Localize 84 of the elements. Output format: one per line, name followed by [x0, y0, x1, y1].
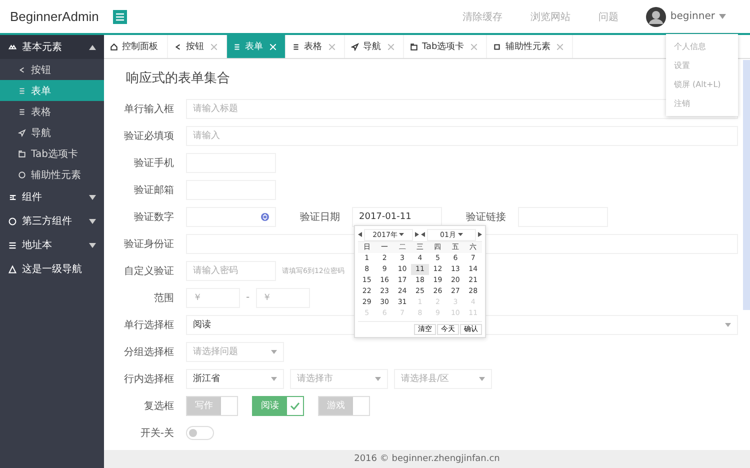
tab[interactable]: 导航 [345, 35, 404, 58]
tab-icon [110, 42, 118, 50]
menu-item-icon [8, 240, 17, 250]
caret-icon [89, 218, 96, 224]
tab-icon [233, 42, 241, 50]
tab-icon [493, 42, 502, 50]
tab-icon [292, 42, 300, 50]
menu-item-icon [8, 216, 17, 226]
tab[interactable]: 表格 [286, 35, 345, 58]
field-label: 单行输入框 [123, 102, 174, 116]
caret-icon [479, 376, 485, 380]
range-separator: - [246, 292, 250, 303]
menu-item-icon [18, 170, 26, 178]
caret-icon [725, 322, 731, 326]
menu-item-icon [18, 66, 26, 74]
close-icon[interactable] [329, 44, 335, 50]
sidebar-item[interactable]: 基本元素 [0, 35, 104, 59]
menu-item-icon [18, 108, 26, 116]
toggle-switch[interactable] [186, 426, 214, 440]
caret-icon [89, 194, 96, 200]
menu-item-icon [18, 150, 26, 158]
menu-toggle-button[interactable] [113, 10, 127, 24]
scrollbar[interactable] [743, 60, 750, 310]
previous-month-button[interactable] [421, 232, 425, 237]
field-label: 行内选择框 [123, 372, 174, 386]
check-icon [290, 402, 300, 410]
caret-icon [89, 44, 96, 50]
sidebar-item[interactable]: 组件 [0, 185, 104, 209]
caret-icon [375, 376, 381, 380]
tab-icon [410, 42, 418, 50]
caret-icon [719, 14, 726, 19]
field-label: 复选框 [143, 400, 174, 412]
spinner-icon[interactable] [261, 212, 269, 220]
caret-icon [458, 233, 463, 236]
caret-icon [399, 233, 404, 236]
next-month-button[interactable] [478, 232, 482, 237]
close-icon[interactable] [388, 44, 394, 50]
sidebar-subitem[interactable]: Tab选项卡 [0, 143, 104, 164]
tab[interactable]: 辅助性元素 [487, 35, 574, 58]
menu-item-icon [8, 192, 17, 202]
field-label: 分组选择框 [123, 346, 174, 358]
menu-item-icon [18, 86, 26, 94]
close-icon[interactable] [557, 44, 564, 50]
next-year-button[interactable] [415, 232, 419, 237]
close-icon[interactable] [471, 44, 478, 50]
sidebar-subitem[interactable]: 表格 [0, 101, 104, 122]
field-label: 范围 [153, 292, 174, 304]
sidebar-subitem[interactable]: 辅助性元素 [0, 164, 104, 185]
menu-item-icon [8, 42, 17, 52]
caret-icon [89, 242, 96, 248]
app-logo: BeginnerAdmin [10, 9, 100, 24]
tab[interactable]: Tab选项卡 [404, 35, 488, 58]
field-label: 验证日期 [299, 210, 340, 224]
caret-icon [271, 350, 277, 354]
sidebar-item[interactable]: 地址本 [0, 233, 104, 257]
tab-icon [174, 42, 182, 50]
sidebar-subitem[interactable]: 按钮 [0, 59, 104, 80]
field-label: 验证数字 [133, 210, 174, 224]
avatar-icon [646, 6, 666, 26]
select-field[interactable]: 浙江省 [186, 368, 284, 388]
form-title: 响应式的表单集合 [126, 70, 230, 87]
tab-icon [351, 42, 359, 50]
field-label: 验证链接 [465, 210, 506, 224]
input-field[interactable] [186, 206, 276, 226]
menu-item-icon [18, 128, 26, 136]
sidebar-subitem[interactable]: 导航 [0, 122, 104, 143]
menu-icon [116, 12, 124, 20]
menu-item-icon [8, 264, 17, 274]
field-label: 单行选择框 [123, 318, 174, 332]
field-label: 开关-关 [139, 426, 174, 440]
sidebar-item[interactable]: 第三方组件 [0, 209, 104, 233]
field-label: 验证身份证 [123, 238, 174, 250]
field-label: 自定义验证 [123, 264, 174, 278]
sidebar-item[interactable]: 这是一级导航 [0, 257, 104, 281]
close-icon[interactable] [211, 44, 217, 50]
user-menu[interactable]: beginner [646, 6, 726, 26]
caret-icon [271, 376, 277, 380]
field-label: 验证手机 [133, 156, 174, 170]
user-name: beginner [670, 11, 715, 22]
field-label: 验证必填项 [123, 130, 174, 142]
footer-text: 2016 © beginner.zhengjinfan.cn [104, 450, 750, 468]
tab[interactable]: 控制面板 [104, 35, 168, 58]
previous-year-button[interactable] [358, 232, 362, 237]
field-label: 验证邮箱 [133, 184, 174, 196]
